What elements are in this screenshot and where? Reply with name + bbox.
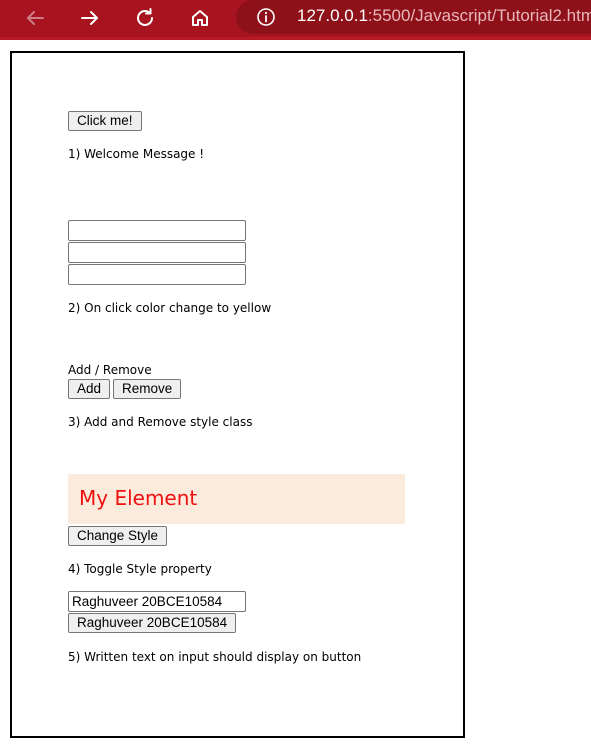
info-icon[interactable]: [256, 7, 276, 27]
toggle-style-caption: 4) Toggle Style property: [68, 562, 212, 576]
arrow-left-icon: [27, 11, 44, 25]
click-me-button[interactable]: Click me!: [68, 111, 142, 131]
add-button[interactable]: Add: [68, 379, 111, 399]
input-to-button-caption: 5) Written text on input should display …: [68, 650, 362, 664]
color-change-caption: 2) On click color change to yellow: [68, 301, 272, 315]
change-style-button[interactable]: Change Style: [68, 526, 168, 546]
home-icon: [192, 10, 208, 26]
refresh-icon: [137, 8, 153, 26]
url-host: 127.0.0.1: [297, 6, 368, 25]
color-input-1[interactable]: [68, 220, 246, 241]
my-element-box: My Element: [68, 474, 405, 524]
back-button[interactable]: [21, 4, 49, 32]
remove-button[interactable]: Remove: [113, 379, 182, 399]
url-text[interactable]: 127.0.0.1:5500/Javascript/Tutorial2.htm: [297, 6, 591, 26]
color-input-2[interactable]: [68, 242, 246, 263]
name-input[interactable]: [68, 591, 246, 612]
name-display-button[interactable]: Raghuveer 20BCE10584: [68, 613, 237, 633]
home-button[interactable]: [186, 4, 214, 32]
my-element-text: My Element: [79, 486, 198, 510]
address-bar[interactable]: 127.0.0.1:5500/Javascript/Tutorial2.htm: [236, 0, 591, 34]
arrow-right-icon: [81, 11, 98, 25]
refresh-button[interactable]: [131, 4, 159, 32]
browser-toolbar: 127.0.0.1:5500/Javascript/Tutorial2.htm: [0, 0, 591, 40]
url-path: :5500/Javascript/Tutorial2.htm: [367, 6, 591, 25]
welcome-caption: 1) Welcome Message !: [68, 147, 205, 161]
color-input-3[interactable]: [68, 264, 246, 285]
forward-button[interactable]: [76, 4, 104, 32]
style-class-caption: 3) Add and Remove style class: [68, 415, 253, 429]
page-frame: Click me! 1) Welcome Message ! 2) On cli…: [10, 51, 465, 738]
add-remove-heading: Add / Remove: [68, 363, 152, 377]
